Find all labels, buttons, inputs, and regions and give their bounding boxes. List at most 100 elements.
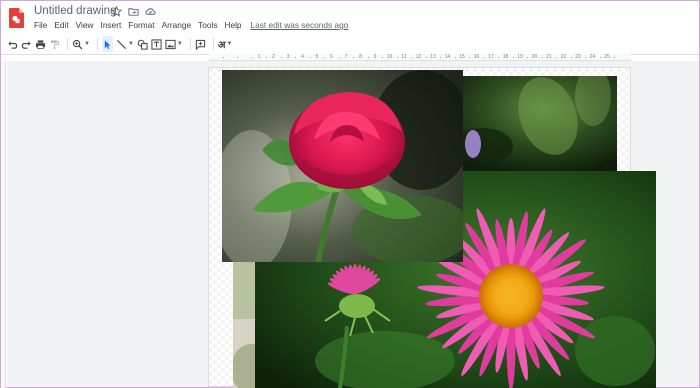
move-to-folder-icon[interactable] [128,6,139,17]
image-icon [165,39,176,49]
ruler-dot [556,57,558,58]
ruler-label: 23 [575,54,581,60]
menu-help[interactable]: Help [224,20,241,30]
chevron-down-icon: ▼ [84,41,90,47]
ruler-dot [309,57,311,58]
image-button[interactable]: ▼ [165,36,183,52]
document-title[interactable]: Untitled drawing [34,5,116,17]
ruler-label: 4 [301,54,304,60]
ruler-dot [280,57,282,58]
ruler-label: 17 [488,54,494,60]
ruler-label: 20 [531,54,538,60]
zoom-icon [72,39,83,49]
ruler-dot [541,57,543,58]
ruler-dot [338,57,340,58]
star-icon[interactable] [111,6,122,17]
paint-format-button[interactable] [49,36,60,52]
undo-button[interactable] [7,36,18,52]
select-icon [104,39,111,49]
ruler-dot [469,57,471,58]
ruler-label: 25 [604,54,610,60]
menu-arrange[interactable]: Arrange [162,20,192,30]
drawings-logo-icon[interactable] [9,8,24,28]
ruler-dot [614,57,616,58]
ruler-label: 3 [286,54,290,60]
ruler-label: 12 [415,54,422,60]
ruler-dot [353,57,355,58]
ruler-label: 1 [257,54,261,60]
menu-insert[interactable]: Insert [101,20,122,30]
ruler-dot [454,57,456,58]
cloud-saved-icon[interactable] [145,6,156,17]
toolbar-divider [212,38,214,50]
redo-icon [21,40,31,49]
comment-button[interactable] [195,36,206,52]
ruler-dot [585,57,587,58]
ruler-dot [512,57,514,58]
toolbar-divider [189,38,191,50]
toolbar: ▼ ▼ ▼ अ ▼ [7,35,693,53]
ruler-label: 13 [430,54,436,60]
text-box-icon [151,38,162,50]
ruler-label: 7 [344,54,348,60]
menu-view[interactable]: View [76,20,94,30]
ruler-dot [251,57,253,58]
menu-bar: File Edit View Insert Format Arrange Too… [34,20,355,30]
menu-edit[interactable]: Edit [54,20,68,30]
ruler-dot [599,57,601,58]
ruler-label: 8 [359,54,362,60]
ruler-dot [367,57,369,58]
red-rose-image[interactable] [222,70,463,262]
ruler-label: 6 [330,54,333,60]
ruler-label: 9 [373,54,377,60]
chevron-down-icon: ▼ [226,41,233,47]
ruler-dot [440,57,442,58]
ruler-dot [483,57,485,58]
ruler-label: 18 [502,54,509,60]
ruler-dot [396,57,398,58]
ruler-dot [295,57,297,58]
text-box-button[interactable] [151,36,162,52]
dark-leaves-image[interactable] [453,76,617,171]
line-icon [116,39,126,49]
chevron-down-icon: ▼ [127,41,134,47]
input-tools-button[interactable]: अ ▼ [218,36,233,52]
horizontal-ruler[interactable]: 1 2 3 4 5 6 7 8 9 10 11 12 13 14 15 16 17 18 19 20 21 22 23 24 2… [209,54,631,61]
ruler-label: 5 [315,54,319,60]
ruler-label: 21 [546,54,552,60]
chevron-down-icon: ▼ [176,41,183,47]
ruler-dot [411,57,413,58]
input-tools-icon: अ [217,40,226,51]
redo-button[interactable] [21,36,32,52]
undo-icon [8,40,18,49]
menu-tools[interactable]: Tools [198,20,217,30]
ruler-label: 10 [386,54,393,60]
ruler-label: 19 [517,54,523,60]
comment-icon [195,39,205,50]
zoom-button[interactable]: ▼ [72,36,90,52]
ruler-label: 11 [401,54,407,60]
last-edit-link[interactable]: Last edit was seconds ago [251,20,349,30]
ruler-label: 2 [272,54,275,60]
toolbar-divider [96,38,98,50]
ruler-dot [382,57,384,58]
toolbar-divider [67,38,68,50]
print-button[interactable] [35,36,46,52]
print-icon [35,39,46,49]
ruler-label: 15 [459,54,465,60]
paint-format-icon [50,39,60,49]
ruler-dot [425,57,427,58]
menu-file[interactable]: File [34,20,47,30]
vertical-ruler[interactable] [1,61,6,388]
ruler-dot [266,57,268,58]
ruler-dot [498,57,500,58]
line-button[interactable]: ▼ [116,36,134,52]
shape-button[interactable] [137,36,148,52]
menu-format[interactable]: Format [128,20,154,30]
ruler-dot [527,57,529,58]
ruler-label: 14 [444,54,451,60]
select-button[interactable] [101,36,113,52]
ruler-dot [324,57,326,58]
ruler-label: 24 [589,54,596,60]
ruler-dot [570,57,572,58]
